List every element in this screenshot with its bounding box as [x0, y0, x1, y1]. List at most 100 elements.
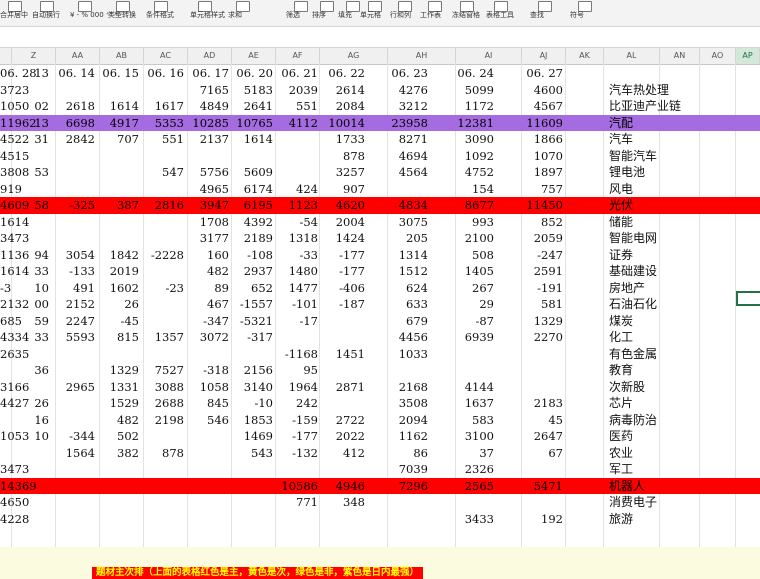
cell[interactable]: 1614 — [0, 214, 29, 231]
cell[interactable]: 2871 — [336, 379, 365, 396]
cell[interactable]: 33 — [34, 263, 49, 280]
row-label[interactable]: 芯片 — [609, 395, 633, 412]
cell[interactable]: 4849 — [200, 98, 229, 115]
cell[interactable]: 652 — [251, 280, 273, 297]
row-label[interactable]: 石油石化 — [609, 296, 657, 313]
cell[interactable]: 1477 — [289, 280, 318, 297]
cell[interactable]: 10 — [34, 428, 49, 445]
cell[interactable]: 4456 — [399, 329, 428, 346]
cell[interactable]: 1331 — [110, 379, 139, 396]
cell[interactable]: 1136 — [0, 247, 29, 264]
cell[interactable]: -344 — [69, 428, 95, 445]
cell[interactable]: 37 — [479, 445, 494, 462]
column-header[interactable]: AI — [456, 48, 522, 64]
cell[interactable]: 2198 — [155, 412, 184, 429]
cell[interactable]: 1092 — [465, 148, 494, 165]
row-label[interactable]: 比亚迪产业链 — [609, 98, 681, 115]
cell[interactable]: 4522 — [0, 131, 29, 148]
cell[interactable]: 412 — [343, 445, 365, 462]
cell[interactable]: -406 — [339, 280, 365, 297]
cell[interactable]: 2247 — [66, 313, 95, 330]
cell[interactable]: 2722 — [336, 412, 365, 429]
cell[interactable]: 1602 — [110, 280, 139, 297]
cell[interactable]: -133 — [69, 263, 95, 280]
cell[interactable]: 1617 — [155, 98, 184, 115]
cell[interactable]: 2022 — [336, 428, 365, 445]
row-label[interactable]: 储能 — [609, 214, 633, 231]
cell[interactable]: 16 — [34, 412, 49, 429]
spreadsheet-grid[interactable]: 13 06. 14 06. 15 06. 16 06. 17 06. 20 06. 21 06… — [0, 63, 760, 547]
cell[interactable]: 382 — [117, 445, 139, 462]
cell[interactable]: -2228 — [151, 247, 184, 264]
column-header[interactable]: AG — [320, 48, 388, 64]
cell[interactable]: -3 — [0, 280, 11, 297]
cell[interactable]: 67 — [548, 445, 563, 462]
cell[interactable]: 1070 — [534, 148, 563, 165]
cell[interactable]: 53 — [34, 164, 49, 181]
cell[interactable]: 06. 16 — [147, 65, 184, 82]
cell[interactable]: 4427 — [0, 395, 29, 412]
cell[interactable]: -45 — [120, 313, 139, 330]
cell[interactable]: 1123 — [289, 197, 318, 214]
cell[interactable]: 467 — [207, 296, 229, 313]
cell[interactable]: 2152 — [66, 296, 95, 313]
selected-cell[interactable] — [736, 291, 760, 306]
cell[interactable]: 4834 — [399, 197, 428, 214]
cell[interactable]: 3212 — [399, 98, 428, 115]
cell[interactable]: 1469 — [244, 428, 273, 445]
cell[interactable]: 11609 — [526, 115, 563, 132]
cell[interactable]: 3177 — [200, 230, 229, 247]
cell[interactable]: 2816 — [155, 197, 184, 214]
cell[interactable]: 2326 — [465, 461, 494, 478]
cell[interactable]: 852 — [541, 214, 563, 231]
cell[interactable]: 94 — [34, 247, 49, 264]
row-label[interactable]: 消费电子 — [609, 494, 657, 511]
cell[interactable]: -10 — [254, 395, 273, 412]
cell[interactable]: 1708 — [200, 214, 229, 231]
cell[interactable]: 1614 — [110, 98, 139, 115]
cell[interactable]: 907 — [343, 181, 365, 198]
cell[interactable]: 771 — [296, 494, 318, 511]
cell[interactable]: 6939 — [465, 329, 494, 346]
cell[interactable]: 757 — [541, 181, 563, 198]
row-label[interactable]: 旅游 — [609, 511, 633, 528]
cell[interactable]: 3433 — [465, 511, 494, 528]
cell[interactable]: 10014 — [328, 115, 365, 132]
cell[interactable]: 06. 22 — [328, 65, 365, 82]
column-header[interactable]: AH — [388, 48, 456, 64]
row-label[interactable]: 教育 — [609, 362, 633, 379]
row-label[interactable]: 房地产 — [609, 280, 645, 297]
cell[interactable]: 26 — [34, 395, 49, 412]
cell[interactable]: 1451 — [336, 346, 365, 363]
row-label[interactable]: 智能电网 — [609, 230, 657, 247]
row-label[interactable]: 智能汽车 — [609, 148, 657, 165]
cell[interactable]: 482 — [117, 412, 139, 429]
cell[interactable]: 4609 — [0, 197, 29, 214]
cell[interactable]: 267 — [472, 280, 494, 297]
cell[interactable]: 1162 — [399, 428, 428, 445]
cell[interactable]: 3140 — [244, 379, 273, 396]
cell[interactable]: 12381 — [457, 115, 494, 132]
cell[interactable]: 06. 20 — [236, 65, 273, 82]
cell[interactable]: 10285 — [192, 115, 229, 132]
cell[interactable]: 1318 — [289, 230, 318, 247]
cell[interactable]: 3723 — [0, 82, 29, 99]
cell[interactable]: 4650 — [0, 494, 29, 511]
cell[interactable]: 551 — [162, 131, 184, 148]
row-label[interactable]: 有色金属 — [609, 346, 657, 363]
row-label[interactable]: 化工 — [609, 329, 633, 346]
cell[interactable]: 4276 — [399, 82, 428, 99]
cell[interactable]: 3100 — [465, 428, 494, 445]
cell[interactable]: -17 — [299, 313, 318, 330]
cell[interactable]: 06. 27 — [526, 65, 563, 82]
cell[interactable]: 2270 — [534, 329, 563, 346]
cell[interactable]: 5593 — [66, 329, 95, 346]
cell[interactable]: 3072 — [200, 329, 229, 346]
cell[interactable]: 2100 — [465, 230, 494, 247]
cell[interactable]: 2614 — [336, 82, 365, 99]
row-label[interactable]: 风电 — [609, 181, 633, 198]
cell[interactable]: 2094 — [399, 412, 428, 429]
cell[interactable]: -318 — [203, 362, 229, 379]
cell[interactable]: 4620 — [336, 197, 365, 214]
cell[interactable]: 2641 — [244, 98, 273, 115]
